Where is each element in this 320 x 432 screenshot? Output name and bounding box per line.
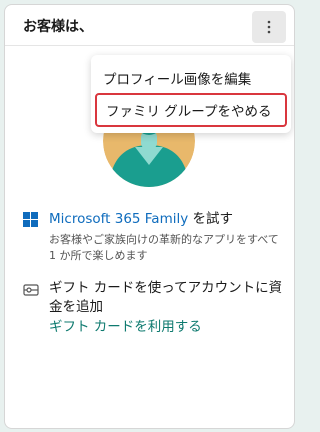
offer-title-suffix: を試す: [188, 211, 234, 227]
gift-card-icon: [23, 284, 39, 296]
offer-title: Microsoft 365 Family を試す: [49, 210, 289, 229]
offer-description: お客様やご家族向けの革新的なアプリをすべて 1 か所で楽しめます: [49, 233, 279, 262]
options-menu: プロフィール画像を編集 ファミリ グループをやめる: [91, 55, 291, 133]
menu-item-label: プロフィール画像を編集: [103, 72, 252, 88]
m365-family-link[interactable]: Microsoft 365 Family: [49, 211, 188, 227]
menu-item-edit-profile-picture[interactable]: プロフィール画像を編集: [91, 61, 291, 95]
card-header: お客様は、: [5, 5, 294, 46]
account-card: お客様は、 プロフィール画像を編集 ファミリ グループをやめる Microsof…: [4, 4, 295, 429]
more-vertical-icon: [267, 20, 271, 34]
gift-card-text: ギフト カードを使ってアカウントに資金を追加: [49, 280, 283, 315]
windows-logo-icon: [23, 212, 38, 227]
greeting-text: お客様は、: [23, 19, 93, 35]
menu-item-leave-family-group[interactable]: ファミリ グループをやめる: [95, 93, 287, 127]
more-options-button[interactable]: [252, 11, 286, 43]
menu-item-label: ファミリ グループをやめる: [106, 104, 272, 120]
redeem-gift-card-link[interactable]: ギフト カードを利用する: [49, 317, 289, 337]
